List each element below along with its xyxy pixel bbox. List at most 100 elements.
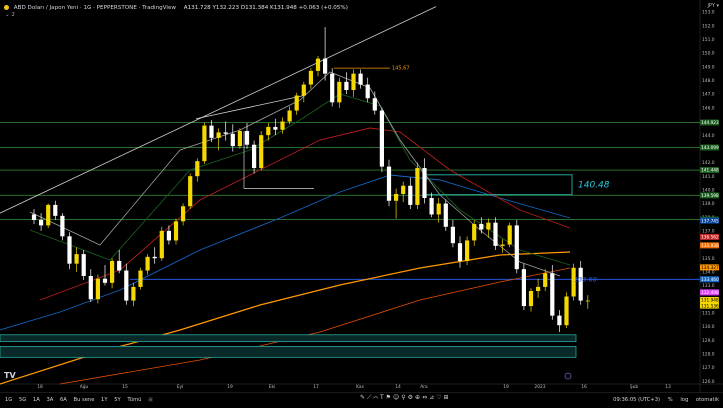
candle-body: [457, 243, 463, 261]
candle-body: [486, 222, 491, 230]
price-badge-label: 139.598: [701, 193, 719, 199]
log-toggle[interactable]: log: [680, 397, 688, 403]
price-chart[interactable]: 145.67140.48133.60 153.0152.0151.0150.01…: [0, 0, 723, 392]
candle-body: [564, 296, 569, 326]
candle-body: [152, 256, 157, 259]
indicator-collapse-toggle[interactable]: ⌄ 2: [5, 12, 15, 18]
time-tick-label: 16: [581, 384, 587, 390]
candle-body: [372, 98, 377, 111]
price-tick-label: 141.0: [702, 174, 715, 180]
candle-body: [173, 221, 179, 241]
price-badge-label: 143.099: [701, 145, 719, 151]
candle-body: [124, 270, 129, 301]
candle-body: [465, 240, 470, 261]
timeframe-1y[interactable]: 1Y: [101, 393, 107, 408]
time-tick-label: 13: [665, 384, 671, 390]
candle-body: [209, 125, 214, 138]
candle-body: [536, 286, 541, 292]
price-tick-label: 126.0: [702, 379, 715, 385]
time-tick-label: Kas: [356, 384, 364, 390]
candle-body: [578, 267, 583, 301]
candle-body: [259, 135, 264, 168]
date-range-icon[interactable]: ▣: [148, 393, 153, 408]
symbol-title[interactable]: ABD Doları / Japon Yeni · 1G · PEPPERSTO…: [14, 5, 176, 11]
price-tick-label: 149.0: [702, 64, 715, 70]
time-tick-label: 14: [395, 384, 401, 390]
candle-body: [252, 144, 257, 168]
timeframe-1g[interactable]: 1G: [5, 393, 12, 408]
timeframe-all[interactable]: Tümü: [127, 393, 141, 408]
price-badge-label: 135.938: [701, 243, 719, 249]
candle-body: [323, 58, 328, 74]
auto-scale-toggle[interactable]: otomatik: [696, 397, 719, 403]
candle-body: [230, 133, 235, 147]
price-tick-label: 131.0: [702, 311, 715, 317]
timeframe-5y[interactable]: 5Y: [114, 393, 120, 408]
price-tick-label: 152.0: [702, 23, 715, 29]
timeframe-1a[interactable]: 1A: [33, 393, 40, 408]
candle-body: [31, 214, 37, 220]
timeframe-3a[interactable]: 3A: [46, 393, 53, 408]
candle-body: [415, 167, 420, 205]
candle-body: [102, 278, 108, 283]
price-badge-label: 134.327: [701, 265, 719, 271]
time-tick-label: 19: [227, 384, 233, 390]
candle-body: [521, 269, 526, 307]
zone-box-upper: [0, 334, 577, 343]
candle-body: [450, 226, 455, 244]
label-140-48: 140.48: [578, 181, 610, 191]
candle-body: [216, 132, 221, 138]
candle-body: [315, 58, 321, 71]
candle-body: [401, 185, 406, 194]
price-tick-label: 133.0: [702, 283, 715, 289]
candle-body: [81, 254, 86, 276]
time-tick-label: 15: [122, 384, 128, 390]
price-tick-label: 129.0: [702, 338, 715, 344]
candle-body: [472, 224, 477, 241]
timeframe-6a[interactable]: 6A: [60, 393, 67, 408]
price-badge-label: 141.448: [701, 168, 719, 174]
label-133-60: 133.60: [574, 275, 597, 283]
candle-body: [585, 300, 590, 302]
timeframe-5g[interactable]: 5G: [19, 393, 26, 408]
candle-body: [188, 176, 193, 207]
candle-body: [301, 84, 306, 96]
time-tick-label: Ağu: [80, 383, 89, 390]
price-tick-label: 147.0: [702, 92, 715, 98]
candle-body: [394, 193, 399, 201]
currency-menu[interactable]: JPY ▾: [707, 3, 719, 9]
price-badge-label: 133.460: [701, 277, 719, 283]
time-tick-label: 18: [37, 384, 43, 390]
candle-body: [287, 110, 292, 122]
candle-body: [110, 260, 115, 283]
price-badge-label: 144.923: [701, 120, 719, 126]
timeframe-ytd[interactable]: Bu sene: [74, 393, 95, 408]
candle-body: [223, 132, 228, 134]
candle-body: [273, 126, 278, 130]
candle-body: [344, 81, 349, 91]
candle-body: [557, 315, 562, 326]
price-tick-label: 144.0: [702, 133, 715, 139]
candle-body: [550, 273, 555, 316]
candle-body: [479, 224, 484, 230]
candle-body: [166, 230, 171, 241]
ohlc-values: A131.728 Y132.223 D131.384 K131.948 +0.0…: [183, 5, 348, 11]
candle-body: [386, 166, 392, 201]
candle-body: [507, 225, 512, 245]
time-tick-label: Ara: [420, 384, 428, 390]
candle-body: [351, 73, 356, 91]
price-badge-label: 131.536: [701, 303, 719, 309]
candle-body: [436, 203, 441, 215]
label-145-67: 145.67: [392, 66, 410, 72]
candle-body: [131, 286, 136, 301]
candle-body: [443, 203, 448, 227]
candle-body: [493, 222, 498, 246]
candle-body: [39, 219, 44, 226]
candle-body: [145, 256, 150, 271]
price-tick-label: 148.0: [702, 78, 715, 84]
candle-body: [46, 204, 51, 226]
percent-toggle[interactable]: %: [668, 397, 673, 403]
drawing-toolbar-icons[interactable]: ✎⟋⌒T⚑☺⚲⚙⊕⇔⊿♡⊞: [360, 394, 451, 402]
clock: 09:36:05 (UTC+3): [613, 397, 661, 403]
tradingview-logo-icon: TV: [4, 371, 16, 380]
